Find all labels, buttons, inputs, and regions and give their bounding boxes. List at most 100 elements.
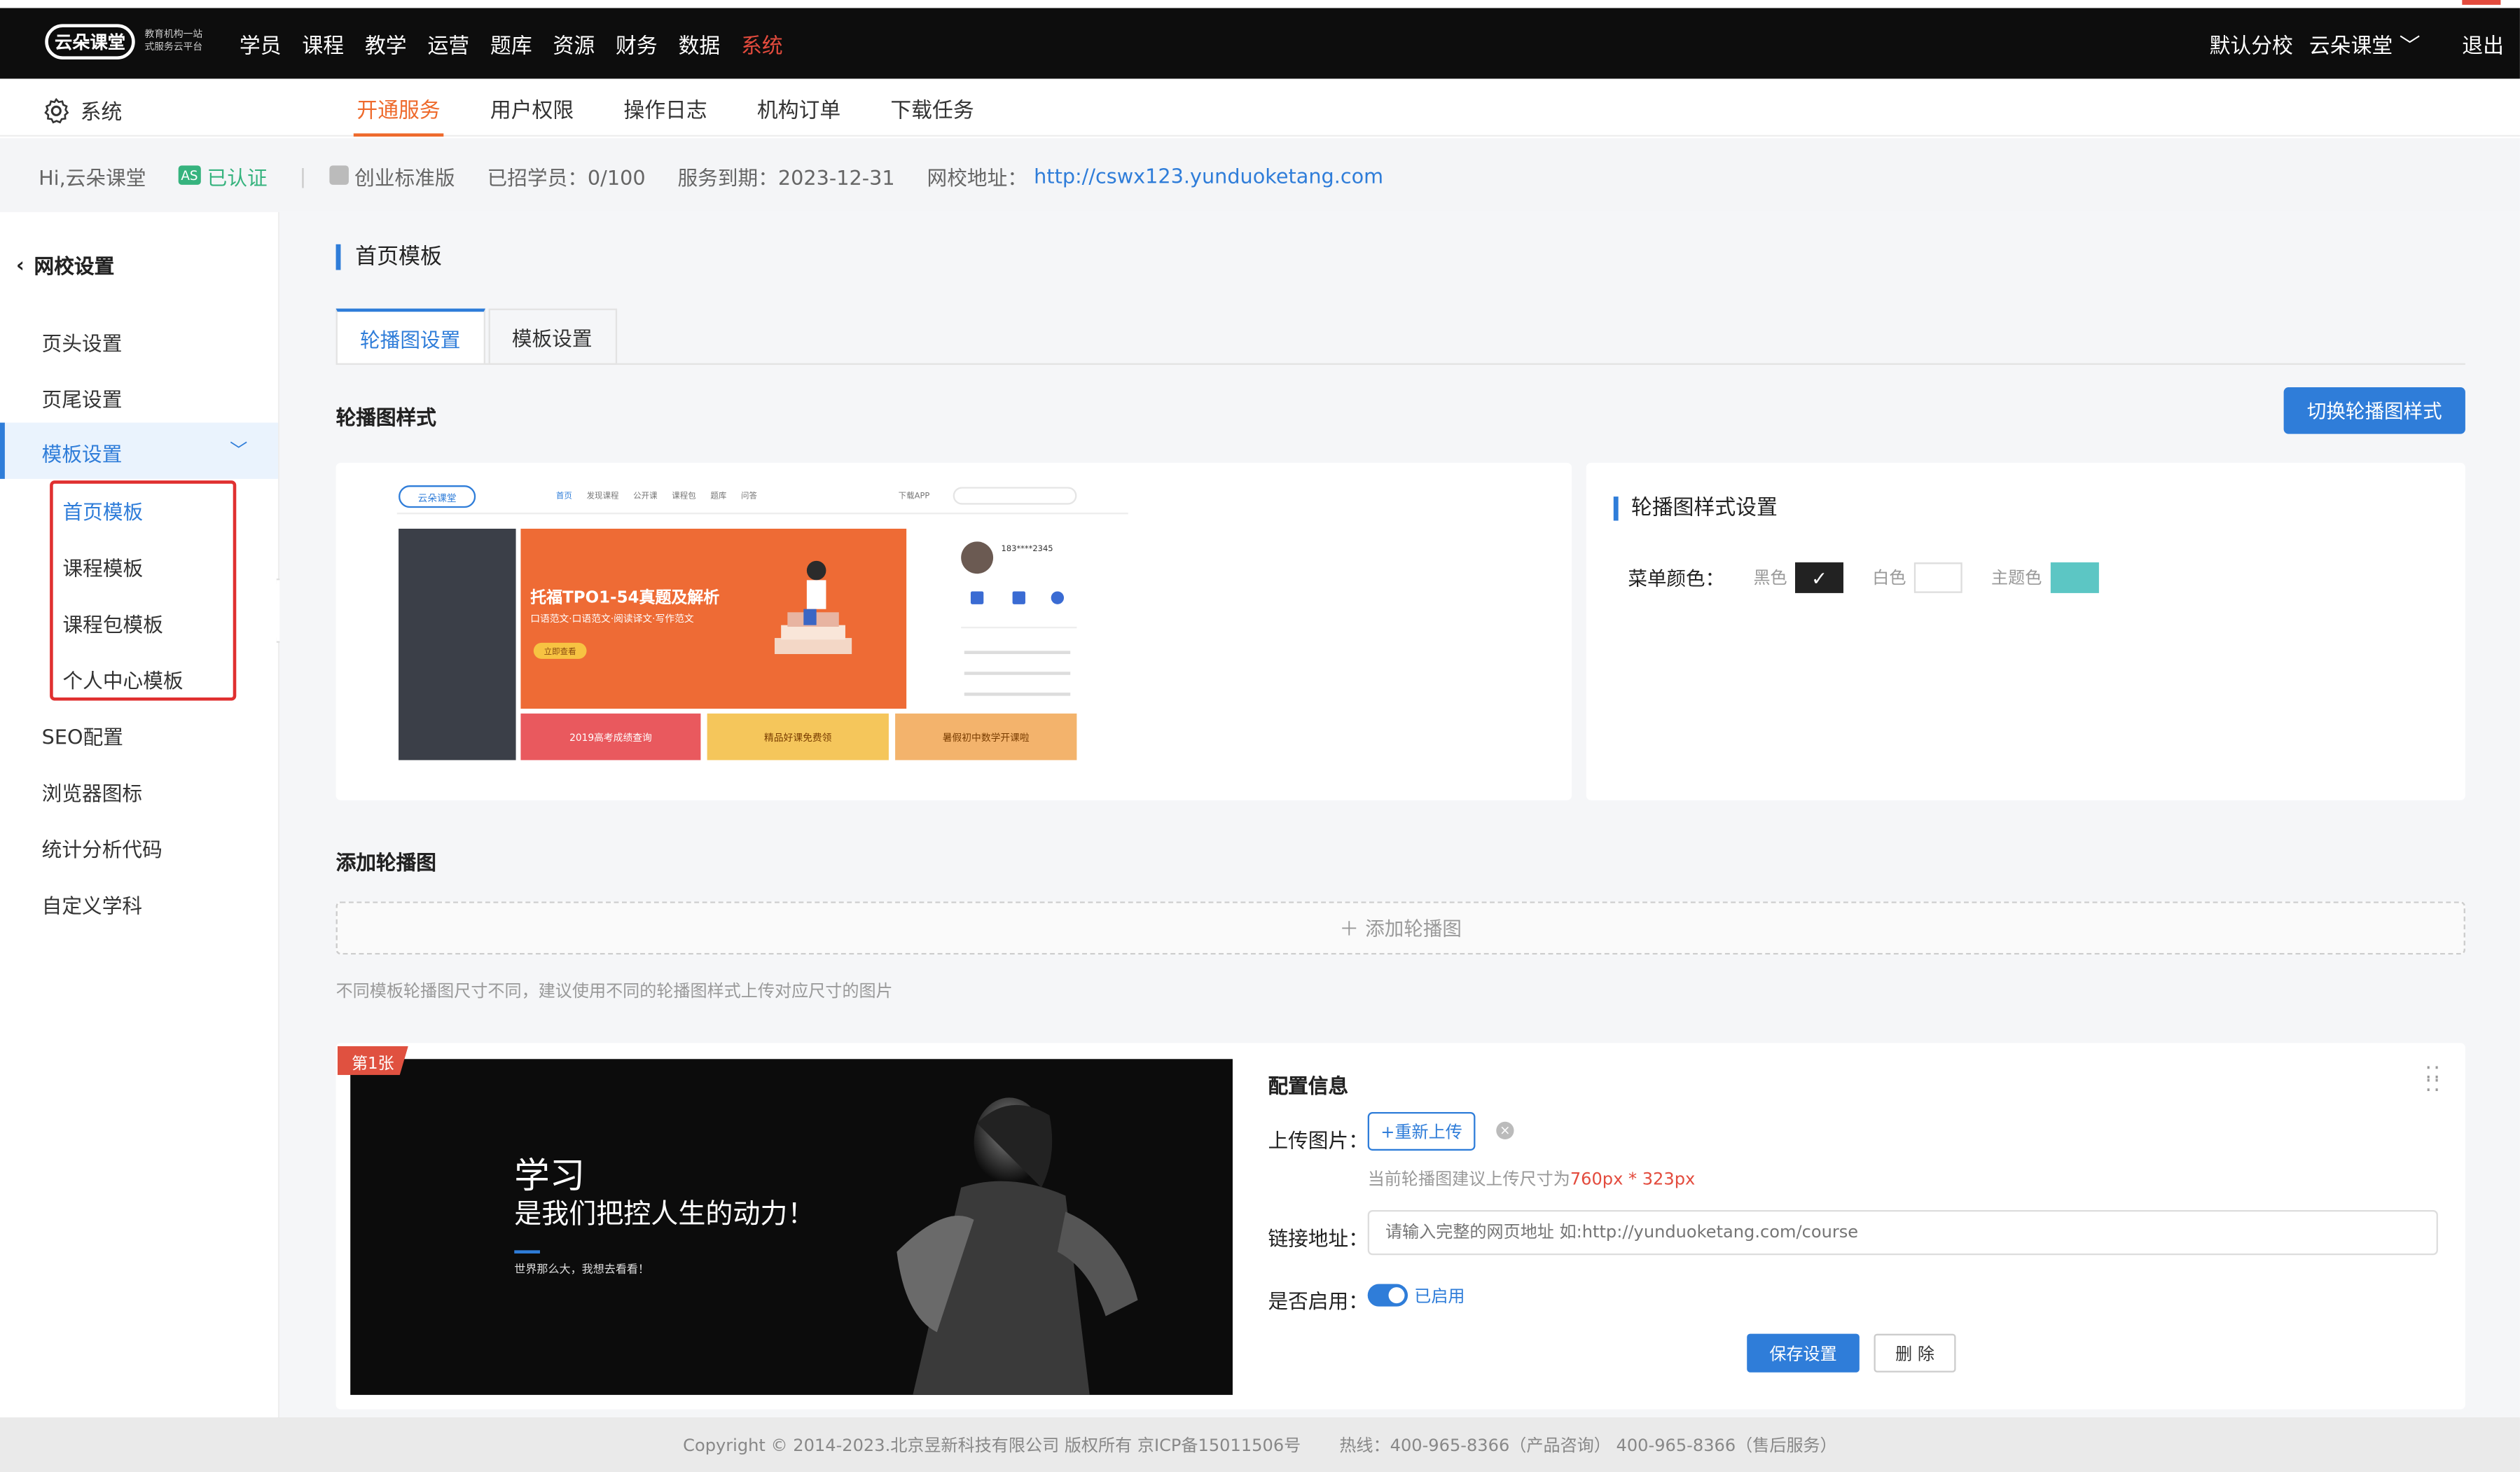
top-right-menu: 默认分校 云朵课堂 ﹀ 退出 xyxy=(2210,29,2504,60)
color-option-label: 主题色 xyxy=(1991,569,2042,588)
certified-badge: AS 已认证 xyxy=(178,160,268,190)
preview-nav-item: 课程包 xyxy=(672,492,696,501)
color-swatch-white[interactable] xyxy=(1913,562,1962,593)
preview-app-icon xyxy=(1051,591,1065,604)
preview-app-icon xyxy=(970,591,984,604)
sidebar-item-custom-subject[interactable]: 自定义学科 xyxy=(42,889,142,919)
nav-teaching[interactable]: 教学 xyxy=(365,29,407,59)
color-option-label: 白色 xyxy=(1872,569,1906,588)
image-caption: 世界那么大，我想去看看！ xyxy=(514,1263,650,1277)
menu-color-label: 菜单颜色： xyxy=(1628,567,1725,590)
preview-logo: 云朵课堂 xyxy=(399,485,476,508)
recommended-size-hint: 当前轮播图建议上传尺寸为760px * 323px xyxy=(1368,1167,1696,1190)
tab-user-permissions[interactable]: 用户权限 xyxy=(490,93,574,137)
preview-nav: 首页 发现课程 公开课 课程包 题库 问答 xyxy=(556,490,757,501)
preview-thumb: 精品好课免费领 xyxy=(707,713,889,761)
edition-icon xyxy=(328,165,348,185)
nav-system[interactable]: 系统 xyxy=(741,29,783,59)
enable-status: 已启用 xyxy=(1414,1287,1465,1307)
sidebar-item-template[interactable]: 模板设置 xyxy=(42,437,123,468)
certified-label: 已认证 xyxy=(207,165,268,189)
footer-hotline: 热线：400-965-8366（产品咨询） 400-965-8366（售后服务） xyxy=(1339,1436,1837,1455)
color-option-white[interactable]: 白色 xyxy=(1872,562,1962,593)
branch-selector[interactable]: 默认分校 xyxy=(2210,29,2293,59)
preview-list-line xyxy=(964,672,1071,675)
preview-nav-item: 首页 xyxy=(555,492,572,501)
tab-org-orders[interactable]: 机构订单 xyxy=(757,93,840,137)
nav-finance[interactable]: 财务 xyxy=(616,29,658,59)
nav-resources[interactable]: 资源 xyxy=(553,29,595,59)
sidebar-item-seo[interactable]: SEO配置 xyxy=(42,720,123,751)
size-hint-text: 不同模板轮播图尺寸不同，建议使用不同的轮播图样式上传对应尺寸的图片 xyxy=(335,982,893,1001)
subnav-tabs: 开通服务 用户权限 操作日志 机构订单 下载任务 xyxy=(353,93,974,137)
divider xyxy=(335,363,2465,365)
user-menu[interactable]: 云朵课堂 ﹀ xyxy=(2309,29,2421,60)
preview-nav-item: 发现课程 xyxy=(586,492,619,501)
color-option-theme[interactable]: 主题色 xyxy=(1991,562,2098,593)
divider xyxy=(961,626,1077,629)
enable-toggle[interactable] xyxy=(1367,1284,1408,1307)
preview-banner-button: 立即查看 xyxy=(533,642,587,659)
enable-label: 是否启用： xyxy=(1268,1289,1369,1313)
size-hint-prefix: 当前轮播图建议上传尺寸为 xyxy=(1367,1169,1570,1190)
site-address: 网校地址： http://cswx123.yunduoketang.com xyxy=(927,160,1384,190)
remove-image-icon[interactable]: × xyxy=(1496,1121,1514,1140)
preview-nav-item: 问答 xyxy=(740,492,757,501)
footer: Copyright © 2014-2023.北京昱新科技有限公司 版权所有 京I… xyxy=(0,1417,2520,1472)
nav-data[interactable]: 数据 xyxy=(679,29,721,59)
tab-open-service[interactable]: 开通服务 xyxy=(353,93,444,137)
sidebar-back-label: 网校设置 xyxy=(34,254,115,279)
color-option-black[interactable]: 黑色 ✓ xyxy=(1753,562,1843,593)
color-swatch-theme[interactable] xyxy=(2049,562,2098,593)
sidebar-back[interactable]: ‹ 网校设置 xyxy=(16,249,114,280)
tab-template-settings[interactable]: 模板设置 xyxy=(487,308,617,365)
nav-operations[interactable]: 运营 xyxy=(427,29,469,59)
site-url-link[interactable]: http://cswx123.yunduoketang.com xyxy=(1034,163,1383,187)
preview-search xyxy=(953,487,1077,505)
preview-category-menu xyxy=(399,528,516,761)
content-tabs: 轮播图设置 模板设置 xyxy=(335,308,620,365)
system-title: 系统 xyxy=(42,95,122,125)
divider: | xyxy=(299,162,307,188)
chevron-down-icon[interactable]: ﹀ xyxy=(230,437,247,463)
greeting: Hi,云朵课堂 xyxy=(39,165,146,189)
check-icon[interactable]: ✓ xyxy=(1795,562,1843,593)
edition-label: 创业标准版 xyxy=(354,165,455,189)
footer-copyright: Copyright © 2014-2023.北京昱新科技有限公司 版权所有 京I… xyxy=(683,1436,1301,1455)
nav-courses[interactable]: 课程 xyxy=(302,29,344,59)
chevron-left-icon: ‹ xyxy=(15,252,25,277)
sidebar-item-header[interactable]: 页头设置 xyxy=(42,326,123,357)
nav-students[interactable]: 学员 xyxy=(240,29,282,59)
tab-operation-log[interactable]: 操作日志 xyxy=(623,93,707,137)
style-settings-title: 轮播图样式设置 xyxy=(1613,497,1778,521)
switch-carousel-style-button[interactable]: 切换轮播图样式 xyxy=(2283,387,2465,434)
save-button[interactable]: 保存设置 xyxy=(1747,1333,1860,1373)
drag-handle-icon[interactable]: ⁚⁚ ⁚⁚ xyxy=(2425,1065,2442,1098)
tab-carousel-settings[interactable]: 轮播图设置 xyxy=(335,308,485,365)
preview-user-name: 183****2345 xyxy=(1001,544,1053,555)
color-option-label: 黑色 xyxy=(1753,569,1787,588)
logout-link[interactable]: 退出 xyxy=(2462,29,2504,59)
preview-list-line xyxy=(964,651,1071,654)
main-nav: 学员 课程 教学 运营 题库 资源 财务 数据 系统 xyxy=(240,29,783,59)
chevron-down-icon: ﹀ xyxy=(2399,35,2421,60)
link-url-input[interactable] xyxy=(1367,1209,2438,1256)
tab-download-tasks[interactable]: 下载任务 xyxy=(890,93,974,137)
logo[interactable]: 云朵课堂 教育机构一站式服务云平台 xyxy=(45,21,202,63)
preview-thumb: 2019高考成绩查询 xyxy=(520,713,701,761)
sidebar-item-analytics[interactable]: 统计分析代码 xyxy=(42,833,162,863)
image-subheadline: 是我们把控人生的动力！ xyxy=(514,1198,815,1231)
reupload-button[interactable]: +重新上传 xyxy=(1367,1112,1476,1151)
carousel-style-title: 轮播图样式 xyxy=(335,405,437,429)
delete-button[interactable]: 删 除 xyxy=(1874,1333,1956,1373)
add-carousel-label: 添加轮播图 xyxy=(1365,917,1462,940)
preview-banner-title: 托福TPO1-54真题及解析 xyxy=(530,590,720,608)
sidebar-item-footer[interactable]: 页尾设置 xyxy=(42,382,123,413)
nav-question-bank[interactable]: 题库 xyxy=(490,29,532,59)
sidebar-item-favicon[interactable]: 浏览器图标 xyxy=(42,776,142,807)
gear-icon xyxy=(44,97,69,123)
preview-thumb: 暑假初中数学开课啦 xyxy=(895,713,1077,761)
add-carousel-button[interactable]: ＋ 添加轮播图 xyxy=(335,901,2465,955)
add-carousel-title: 添加轮播图 xyxy=(335,849,437,875)
top-accent-strip xyxy=(2462,0,2501,5)
